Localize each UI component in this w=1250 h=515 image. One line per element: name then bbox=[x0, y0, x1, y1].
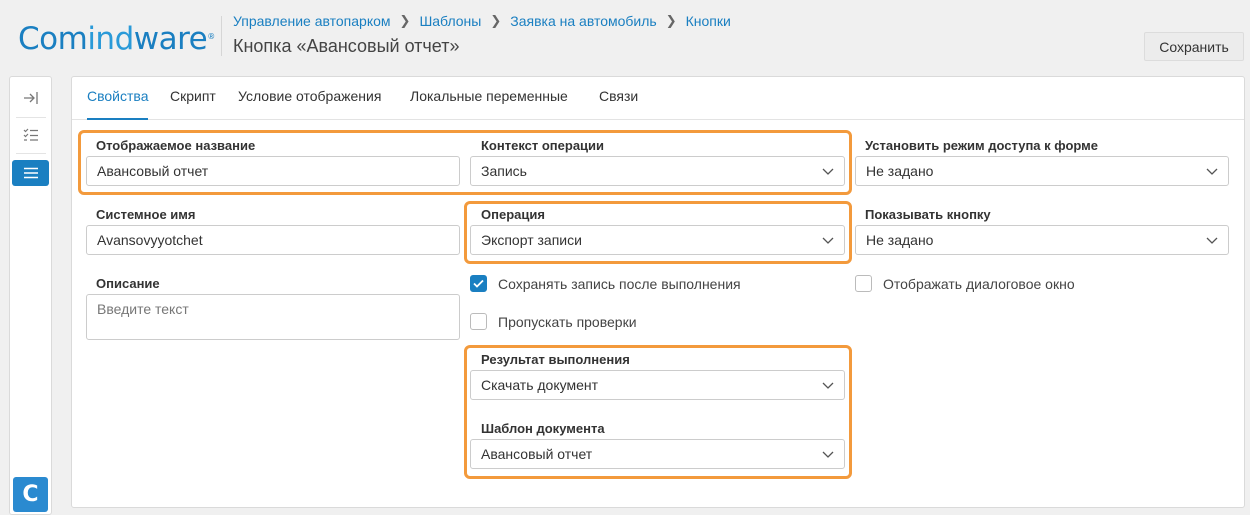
operation-context-select[interactable]: Запись bbox=[470, 156, 845, 186]
expand-panel-icon[interactable] bbox=[12, 85, 49, 111]
tab-links[interactable]: Связи bbox=[599, 88, 638, 120]
breadcrumb-item-car-request[interactable]: Заявка на автомобиль bbox=[510, 13, 656, 29]
operation-select[interactable]: Экспорт записи bbox=[470, 225, 845, 255]
chevron-down-icon bbox=[1206, 237, 1218, 244]
breadcrumb-item-buttons[interactable]: Кнопки bbox=[686, 13, 731, 29]
doc-template-select[interactable]: Авансовый отчет bbox=[470, 439, 845, 469]
show-button-select[interactable]: Не задано bbox=[855, 225, 1229, 255]
system-name-label: Системное имя bbox=[96, 207, 196, 222]
access-mode-label: Установить режим доступа к форме bbox=[865, 138, 1099, 153]
tab-display-condition[interactable]: Условие отображения bbox=[238, 88, 381, 120]
tab-bar: Свойства Скрипт Условие отображения Лока… bbox=[72, 77, 1244, 120]
operation-label: Операция bbox=[481, 207, 545, 222]
operation-context-label: Контекст операции bbox=[481, 138, 605, 153]
breadcrumb-item-templates[interactable]: Шаблоны bbox=[419, 13, 481, 29]
rail-divider bbox=[16, 117, 46, 118]
system-name-input[interactable]: Avansovyyotchet bbox=[86, 225, 460, 255]
chevron-down-icon bbox=[822, 168, 834, 175]
breadcrumb-item-fleet[interactable]: Управление автопарком bbox=[233, 13, 391, 29]
comindware-logo: Comindware® bbox=[18, 21, 215, 57]
breadcrumb: Управление автопарком ❯ Шаблоны ❯ Заявка… bbox=[233, 13, 731, 29]
save-after-label[interactable]: Сохранять запись после выполнения bbox=[498, 276, 741, 292]
chevron-right-icon: ❯ bbox=[665, 13, 677, 28]
tab-properties[interactable]: Свойства bbox=[87, 88, 149, 120]
tab-script[interactable]: Скрипт bbox=[170, 88, 216, 120]
chevron-down-icon bbox=[1206, 168, 1218, 175]
description-textarea[interactable]: Введите текст bbox=[86, 294, 460, 340]
chevron-down-icon bbox=[822, 237, 834, 244]
skip-checks-label[interactable]: Пропускать проверки bbox=[498, 314, 637, 330]
description-label: Описание bbox=[96, 276, 160, 291]
save-button[interactable]: Сохранить bbox=[1144, 32, 1244, 61]
doc-template-label: Шаблон документа bbox=[481, 421, 605, 436]
skip-checks-checkbox[interactable] bbox=[470, 313, 487, 330]
left-rail: C bbox=[9, 76, 52, 515]
chevron-right-icon: ❯ bbox=[399, 13, 411, 28]
comindware-c-logo[interactable]: C bbox=[13, 477, 48, 512]
page-title: Кнопка «Авансовый отчет» bbox=[233, 36, 460, 56]
result-select[interactable]: Скачать документ bbox=[470, 370, 845, 400]
show-button-label: Показывать кнопку bbox=[865, 207, 991, 222]
result-label: Результат выполнения bbox=[481, 352, 630, 367]
chevron-down-icon bbox=[822, 382, 834, 389]
header-divider bbox=[221, 16, 222, 56]
save-after-checkbox[interactable] bbox=[470, 275, 487, 292]
properties-menu-icon[interactable] bbox=[12, 160, 49, 186]
rail-divider bbox=[16, 153, 46, 154]
display-name-label: Отображаемое название bbox=[96, 138, 256, 153]
show-dialog-label[interactable]: Отображать диалоговое окно bbox=[883, 276, 1075, 292]
chevron-right-icon: ❯ bbox=[490, 13, 502, 28]
tab-local-variables[interactable]: Локальные переменные bbox=[410, 88, 568, 120]
display-name-input[interactable]: Авансовый отчет bbox=[86, 156, 460, 186]
access-mode-select[interactable]: Не задано bbox=[855, 156, 1229, 186]
chevron-down-icon bbox=[822, 451, 834, 458]
checklist-icon[interactable] bbox=[12, 122, 49, 148]
checkmark-icon bbox=[473, 279, 484, 288]
show-dialog-checkbox[interactable] bbox=[855, 275, 872, 292]
